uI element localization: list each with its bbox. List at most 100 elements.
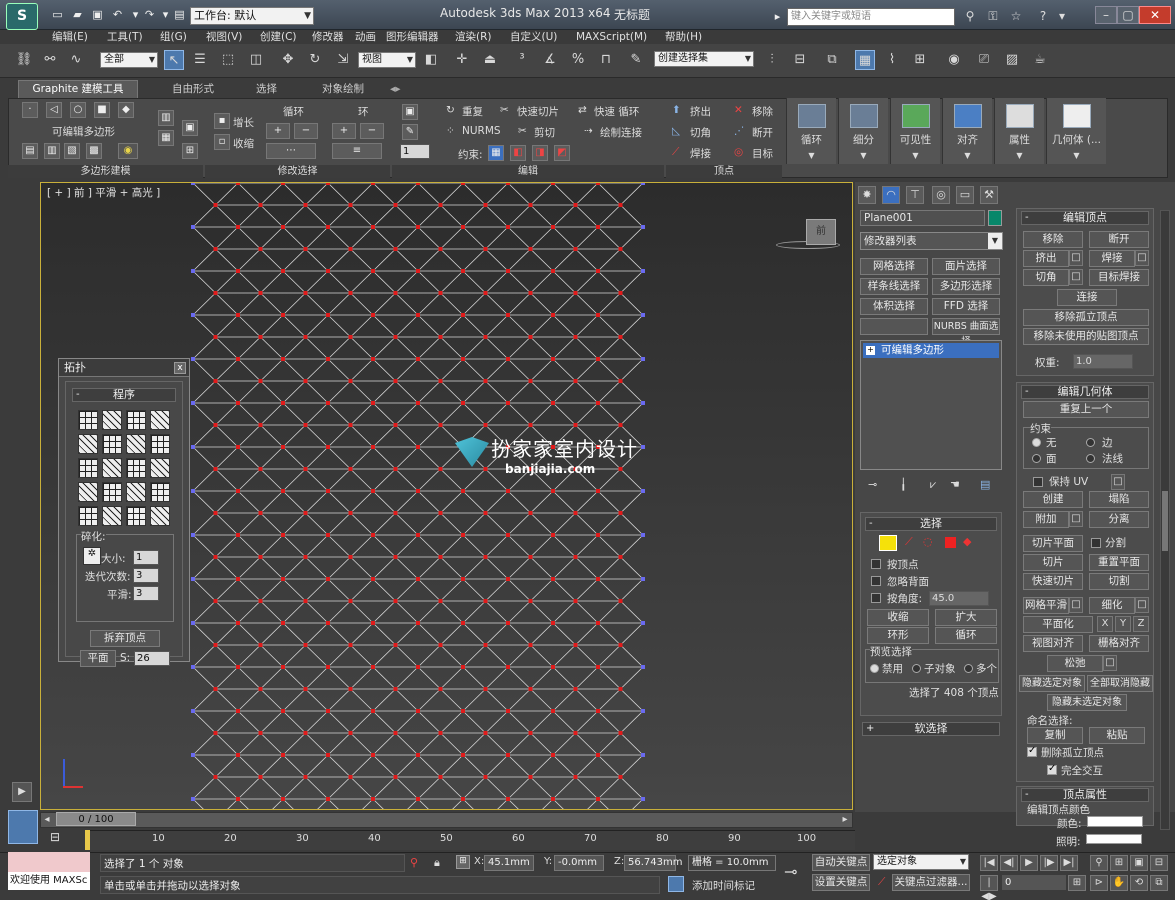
mesh-vertex[interactable] bbox=[551, 753, 555, 757]
undo-dropdown-icon[interactable]: ▾ bbox=[128, 7, 143, 22]
mesh-vertex[interactable] bbox=[416, 183, 420, 185]
grow-button[interactable]: 扩大 bbox=[935, 609, 997, 626]
current-frame-field[interactable]: 0 bbox=[1002, 875, 1066, 890]
mesh-vertex[interactable] bbox=[461, 225, 465, 229]
mesh-vertex[interactable] bbox=[348, 423, 353, 427]
mesh-vertex[interactable] bbox=[573, 687, 578, 691]
mesh-vertex[interactable] bbox=[393, 687, 398, 691]
mesh-vertex[interactable] bbox=[551, 709, 555, 713]
menu-animation[interactable]: 动画 bbox=[355, 30, 376, 44]
delete-isolated-checkbox[interactable] bbox=[1027, 745, 1037, 757]
menu-group[interactable]: 组(G) bbox=[160, 30, 187, 44]
mesh-vertex[interactable] bbox=[348, 291, 353, 295]
planarize-button[interactable]: 平面化 bbox=[1023, 616, 1093, 633]
topology-pattern-button[interactable] bbox=[78, 434, 98, 454]
mesh-vertex[interactable] bbox=[281, 709, 285, 713]
absolute-mode-icon[interactable]: ⊞ bbox=[456, 855, 470, 869]
z-coordinate-field[interactable]: 56.743mm bbox=[624, 855, 682, 871]
mesh-vertex[interactable] bbox=[573, 379, 578, 383]
mesh-vertex[interactable] bbox=[438, 203, 443, 207]
plane-button[interactable]: 平面 bbox=[80, 650, 116, 667]
mesh-vertex[interactable] bbox=[258, 247, 263, 251]
mesh-vertex[interactable] bbox=[461, 313, 465, 317]
topology-pattern-button[interactable] bbox=[150, 482, 170, 502]
render-production-icon[interactable]: ☕ bbox=[1030, 50, 1050, 70]
help-icon[interactable]: ? bbox=[1035, 8, 1051, 24]
mesh-vertex[interactable] bbox=[618, 379, 623, 383]
mesh-vertex[interactable] bbox=[528, 203, 533, 207]
mesh-vertex[interactable] bbox=[528, 335, 533, 339]
shrink-button[interactable]: 收缩 bbox=[233, 136, 254, 151]
remove-modifier-icon[interactable]: ☚ bbox=[950, 478, 960, 491]
ring-grow-icon[interactable]: + bbox=[332, 123, 356, 139]
extrude-button[interactable]: 挤出 bbox=[690, 104, 711, 119]
zoom-extents-all-icon[interactable]: ⊟ bbox=[1150, 855, 1168, 871]
mesh-vertex[interactable] bbox=[348, 203, 353, 207]
track-bar-icon[interactable]: ⊟ bbox=[50, 830, 70, 848]
mesh-vertex[interactable] bbox=[191, 445, 195, 449]
panel-footer-vertices[interactable]: 顶点 bbox=[666, 165, 782, 178]
loop-shrink-icon[interactable]: − bbox=[294, 123, 318, 139]
split-checkbox[interactable] bbox=[1091, 538, 1101, 548]
maximize-viewport-icon[interactable]: ⧉ bbox=[1150, 875, 1168, 891]
zoom-extents-icon[interactable]: ▣ bbox=[1130, 855, 1148, 871]
ring-button[interactable]: 环形 bbox=[867, 627, 929, 644]
mesh-vertex[interactable] bbox=[348, 775, 353, 779]
remove-unused-map-button[interactable]: 移除未使用的贴图顶点 bbox=[1023, 328, 1149, 345]
mesh-vertex[interactable] bbox=[281, 357, 285, 361]
search-expand-icon[interactable]: ▸ bbox=[770, 9, 785, 24]
mesh-vertex[interactable] bbox=[641, 577, 645, 581]
view-align-button[interactable]: 视图对齐 bbox=[1023, 635, 1083, 652]
viewcube[interactable]: 前 bbox=[806, 219, 836, 245]
paint-connect-button[interactable]: 绘制连接 bbox=[600, 125, 642, 140]
mesh-vertex[interactable] bbox=[528, 599, 533, 603]
mesh-vertex[interactable] bbox=[573, 291, 578, 295]
mesh-vertex[interactable] bbox=[483, 203, 488, 207]
play-icon[interactable]: ▶ bbox=[1020, 855, 1038, 871]
mesh-vertex[interactable] bbox=[416, 665, 420, 669]
tweak-icon[interactable]: ✎ bbox=[402, 124, 418, 140]
poly-face-icon[interactable]: ■ bbox=[94, 102, 110, 118]
maxscript-listener-mini[interactable] bbox=[8, 852, 90, 872]
mesh-vertex[interactable] bbox=[348, 511, 353, 515]
mesh-vertex[interactable] bbox=[573, 247, 578, 251]
chamfer-vertex-button[interactable]: 切角 bbox=[1023, 269, 1069, 286]
weld-settings-icon[interactable]: □ bbox=[1135, 250, 1149, 266]
menu-create[interactable]: 创建(C) bbox=[260, 30, 297, 44]
mesh-vertex[interactable] bbox=[506, 709, 510, 713]
mesh-vertex[interactable] bbox=[596, 401, 600, 405]
mesh-vertex[interactable] bbox=[641, 401, 645, 405]
mesh-vertex[interactable] bbox=[641, 313, 645, 317]
quickloop-button[interactable]: 快速 循环 bbox=[594, 104, 639, 119]
mesh-vertex[interactable] bbox=[461, 533, 465, 537]
mesh-vertex[interactable] bbox=[393, 643, 398, 647]
mesh-vertex[interactable] bbox=[326, 357, 330, 361]
mesh-vertex[interactable] bbox=[236, 269, 240, 273]
pivot-center-icon[interactable]: ◧ bbox=[421, 50, 441, 70]
mesh-vertex[interactable] bbox=[191, 621, 195, 625]
mesh-vertex[interactable] bbox=[191, 489, 195, 493]
mesh-vertex[interactable] bbox=[461, 357, 465, 361]
mesh-vertex[interactable] bbox=[348, 555, 353, 559]
by-vertex-checkbox[interactable] bbox=[871, 559, 881, 569]
window-crossing-icon[interactable]: ◫ bbox=[246, 50, 266, 70]
planarize-z-button[interactable]: Z bbox=[1133, 616, 1149, 632]
mesh-vertex[interactable] bbox=[281, 665, 285, 669]
mesh-vertex[interactable] bbox=[618, 599, 623, 603]
mesh-vertex[interactable] bbox=[618, 203, 623, 207]
mesh-vertex[interactable] bbox=[326, 225, 330, 229]
mesh-vertex[interactable] bbox=[483, 423, 488, 427]
loop-mode-icon[interactable]: ⋯ bbox=[266, 143, 316, 159]
scrollbar-thumb[interactable] bbox=[1162, 491, 1168, 551]
mesh-vertex[interactable] bbox=[551, 357, 555, 361]
mesh-vertex[interactable] bbox=[573, 599, 578, 603]
mesh-vertex[interactable] bbox=[213, 731, 218, 735]
key-mode-icon[interactable]: |◀▶ bbox=[980, 875, 998, 900]
mesh-vertex[interactable] bbox=[281, 313, 285, 317]
mesh-vertex[interactable] bbox=[483, 775, 488, 779]
new-file-icon[interactable]: ▭ bbox=[50, 7, 65, 22]
relax-button[interactable]: 松弛 bbox=[1047, 655, 1103, 672]
extrude-vertex-button[interactable]: 挤出 bbox=[1023, 250, 1069, 267]
mesh-vertex[interactable] bbox=[506, 357, 510, 361]
mesh-vertex[interactable] bbox=[258, 599, 263, 603]
